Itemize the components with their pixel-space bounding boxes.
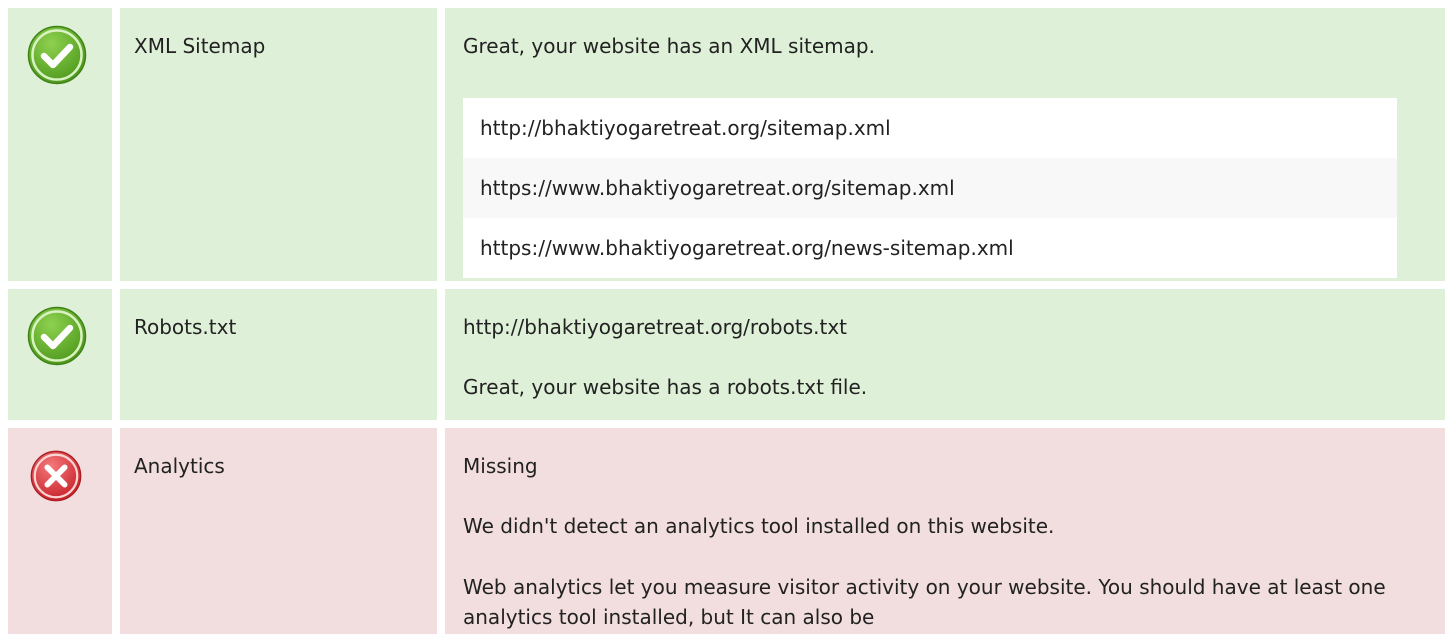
analytics-description: Web analytics let you measure visitor ac… — [463, 575, 1386, 629]
detail-cell: http://bhaktiyogaretreat.org/robots.txt … — [445, 289, 1445, 420]
check-row-analytics: Analytics Missing We didn't detect an an… — [0, 428, 1451, 634]
check-message: We didn't detect an analytics tool insta… — [463, 514, 1055, 538]
sitemap-url: https://www.bhaktiyogaretreat.org/sitema… — [463, 158, 1397, 218]
check-row-robots-txt: Robots.txt http://bhaktiyogaretreat.org/… — [0, 289, 1451, 420]
detail-cell: Great, your website has an XML sitemap. … — [445, 8, 1445, 281]
robots-url: http://bhaktiyogaretreat.org/robots.txt — [463, 315, 848, 339]
check-circle-icon — [27, 25, 87, 85]
label-cell: Analytics — [120, 428, 437, 634]
status-cell — [8, 428, 112, 634]
detail-cell: Missing We didn't detect an analytics to… — [445, 428, 1445, 634]
sitemap-url: http://bhaktiyogaretreat.org/sitemap.xml — [463, 98, 1397, 158]
cross-circle-icon — [30, 450, 82, 502]
label-cell: Robots.txt — [120, 289, 437, 420]
check-label: Robots.txt — [134, 315, 237, 339]
check-row-xml-sitemap: XML Sitemap Great, your website has an X… — [0, 8, 1451, 281]
check-label: Analytics — [134, 454, 225, 478]
check-circle-icon — [27, 306, 87, 366]
status-cell — [8, 289, 112, 420]
status-cell — [8, 8, 112, 281]
check-label: XML Sitemap — [134, 34, 266, 58]
sitemap-url: https://www.bhaktiyogaretreat.org/news-s… — [463, 218, 1397, 278]
label-cell: XML Sitemap — [120, 8, 437, 281]
sitemap-list: http://bhaktiyogaretreat.org/sitemap.xml… — [463, 98, 1397, 278]
check-message: Great, your website has a robots.txt fil… — [463, 375, 868, 399]
analytics-status: Missing — [463, 454, 538, 478]
check-message: Great, your website has an XML sitemap. — [463, 34, 875, 58]
